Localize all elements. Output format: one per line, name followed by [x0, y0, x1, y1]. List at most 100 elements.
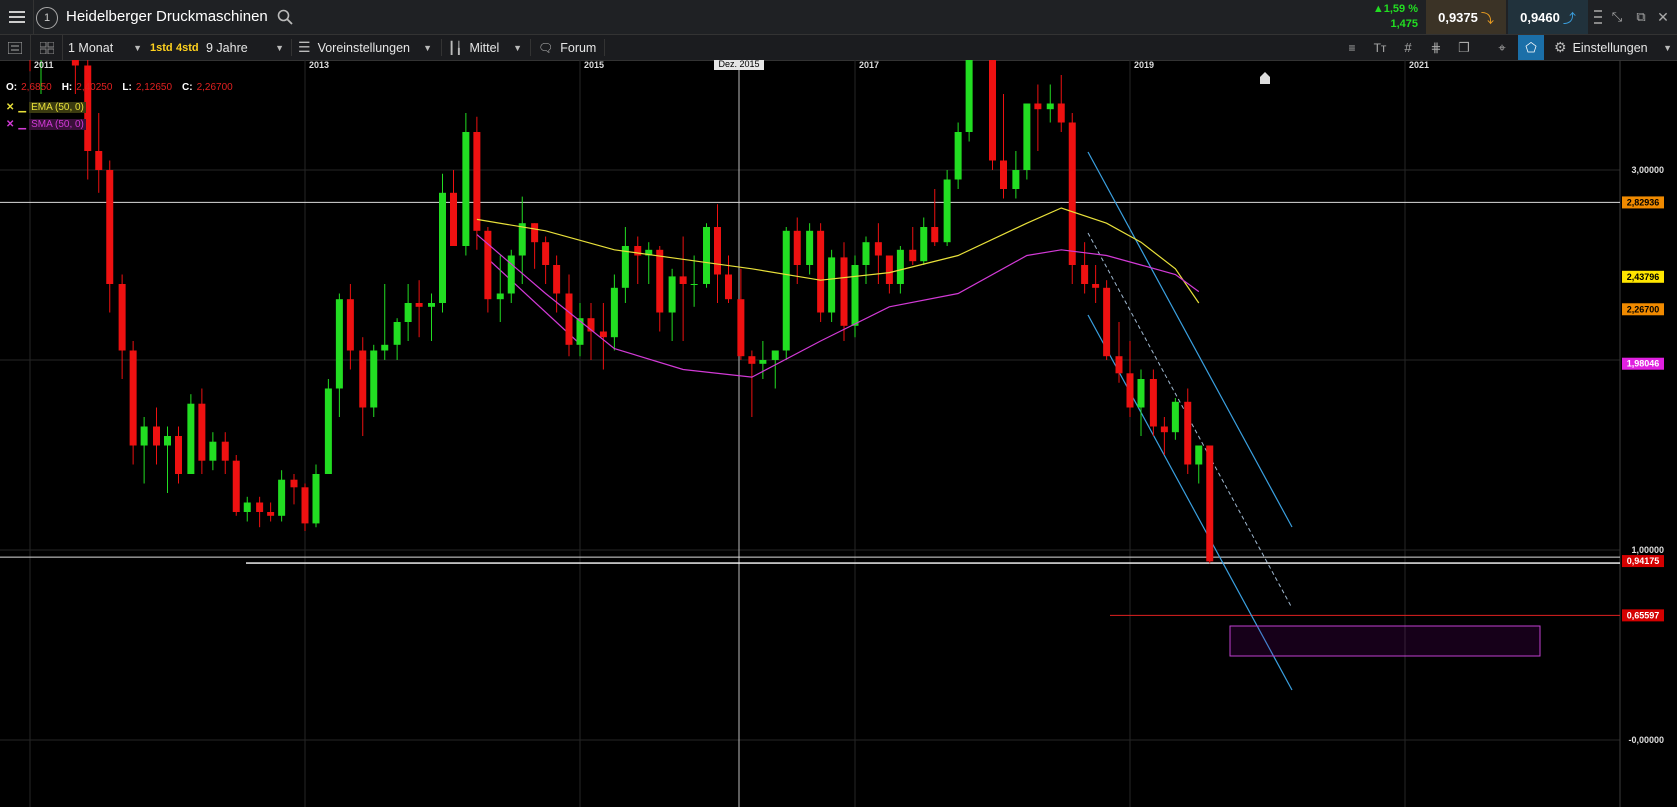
close-label: C:	[182, 82, 193, 93]
candle-body	[496, 293, 504, 300]
layers-icon[interactable]: ❐	[1452, 35, 1476, 60]
candle-body	[759, 360, 767, 364]
target-zone[interactable]	[1229, 625, 1541, 657]
change-absolute: 1,475	[1390, 18, 1418, 30]
candle-body	[393, 322, 401, 345]
candle-body	[1206, 445, 1214, 562]
indicator-sma[interactable]: ✕ ▁ SMA (50, 0)	[6, 119, 86, 130]
text-tool-icon[interactable]: ≡	[1340, 35, 1364, 60]
quick-4std-label: 4std	[176, 41, 199, 54]
layout-grid-icon[interactable]	[32, 35, 63, 60]
candle-body	[1149, 379, 1157, 427]
chat-icon: 🗨	[538, 40, 554, 55]
info-icon[interactable]: 1	[36, 7, 58, 29]
candle-body	[484, 230, 492, 300]
chart-grid	[0, 60, 1621, 807]
quick-1std-button[interactable]: 1std	[150, 35, 174, 60]
collapse-icon[interactable]: ⤡	[1608, 8, 1626, 26]
candle-body	[335, 299, 343, 389]
candle-body	[576, 318, 584, 345]
price-tag-label: 0,94175	[1627, 556, 1660, 566]
candle-body	[1046, 103, 1054, 110]
quick-4std-button[interactable]: 4std	[176, 35, 200, 60]
chart-toolbar: 1 Monat ▼ 1std 4std 9 Jahre ▼ ☰ Voreinst…	[0, 35, 1677, 61]
candle-body	[415, 303, 423, 307]
arrow-up-icon: ⤴	[1562, 10, 1576, 26]
candle-body	[817, 230, 825, 313]
instrument-title: Heidelberger Druckmaschinen	[66, 8, 268, 25]
ema-swatch-icon: ▁	[18, 102, 27, 113]
y-axis-tick-label: -0,00000	[1628, 735, 1664, 745]
candle-body	[690, 284, 698, 285]
period-select[interactable]: 9 Jahre ▼	[206, 35, 288, 60]
chevron-down-icon: ▼	[423, 42, 432, 53]
candle-body	[346, 299, 354, 351]
sell-button[interactable]: 0,9375 ⤵	[1426, 0, 1506, 34]
candle-body	[1184, 401, 1192, 465]
candle-body	[1012, 170, 1020, 189]
buy-button[interactable]: 0,9460 ⤴	[1508, 0, 1588, 34]
candle-body	[920, 227, 928, 262]
candle-body	[703, 227, 710, 284]
candle-body	[1081, 265, 1089, 284]
presets-select[interactable]: ☰ Voreinstellungen ▼	[298, 35, 434, 60]
price-tag[interactable]: 2,43796	[1622, 270, 1664, 283]
interval-select[interactable]: 1 Monat ▼	[68, 35, 148, 60]
close-icon[interactable]: ✕	[1654, 8, 1672, 26]
price-tag[interactable]: 2,26700	[1622, 303, 1664, 316]
quick-1std-label: 1std	[150, 41, 173, 54]
drawing-tools-icon[interactable]: ⋕	[1424, 35, 1448, 60]
x-axis-label: 2021	[1409, 60, 1429, 70]
gear-icon: ⚙	[1554, 39, 1567, 55]
tag-icon[interactable]: ⬠	[1518, 35, 1544, 60]
ask-price: 0,9460	[1520, 9, 1560, 25]
list-icon[interactable]	[0, 35, 31, 60]
candle-body	[140, 426, 148, 446]
candle-body	[232, 460, 240, 512]
price-tag[interactable]: 0,94175	[1622, 555, 1664, 568]
candle-body	[634, 246, 642, 256]
marker-icon[interactable]	[1260, 72, 1270, 84]
candle-body	[610, 287, 618, 338]
candles	[29, 60, 1214, 564]
candle-body	[943, 179, 951, 243]
candle-body	[793, 230, 801, 265]
candle-body	[1103, 287, 1111, 357]
candle-body	[106, 170, 114, 284]
price-tag[interactable]: 2,82936	[1622, 196, 1664, 209]
candle-body	[621, 246, 629, 288]
sma-label: SMA (50, 0)	[29, 119, 86, 130]
price-chart[interactable]: 2011 2013 2015 2017 2019 2021 3,00000 1,00000 -…	[0, 60, 1677, 807]
candlestick-icon: ┃╽	[448, 40, 463, 55]
settings-button[interactable]: ⚙ Einstellungen ▼	[1554, 35, 1672, 60]
ohlc-legend: O: 2,6850 H: 2,40250 L: 2,12650 C: 2,267…	[6, 82, 233, 93]
chevron-down-icon: ▼	[1663, 42, 1672, 53]
x-axis-label: 2013	[309, 60, 329, 70]
chart-type-select[interactable]: ┃╽ Mittel ▼	[448, 35, 524, 60]
chevron-down-icon: ▼	[513, 42, 522, 53]
open-value: 2,6850	[21, 82, 52, 93]
remove-sma-icon[interactable]: ✕	[6, 119, 14, 130]
indicator-ema[interactable]: ✕ ▁ EMA (50, 0)	[6, 102, 86, 113]
crosshair-date-label: Dez. 2015	[718, 60, 759, 69]
x-axis-label: 2017	[859, 60, 879, 70]
candle-body	[668, 276, 676, 313]
candle-body	[1115, 356, 1123, 374]
sma-swatch-icon: ▁	[18, 119, 27, 130]
price-tag[interactable]: 0,65597	[1622, 609, 1664, 622]
candle-body	[1023, 103, 1031, 170]
candle-body	[1171, 401, 1179, 433]
crosshair-grid-icon[interactable]: #	[1396, 35, 1420, 60]
price-tag[interactable]: 1,98046	[1622, 357, 1664, 370]
menu-icon[interactable]	[0, 0, 34, 34]
crosshair-icon[interactable]: ⌖	[1490, 35, 1514, 60]
price-tags: 2,82936 2,43796 2,26700 1,98046 0,94175 0,655…	[1622, 196, 1664, 622]
forum-button[interactable]: 🗨 Forum	[538, 35, 602, 60]
search-icon[interactable]	[276, 8, 294, 26]
candle-body	[164, 436, 171, 446]
drag-handle-icon[interactable]	[1592, 8, 1604, 26]
popout-icon[interactable]: ⧉	[1632, 8, 1650, 26]
font-icon[interactable]: Tт	[1368, 35, 1392, 60]
candle-body	[290, 479, 298, 488]
remove-ema-icon[interactable]: ✕	[6, 102, 14, 113]
